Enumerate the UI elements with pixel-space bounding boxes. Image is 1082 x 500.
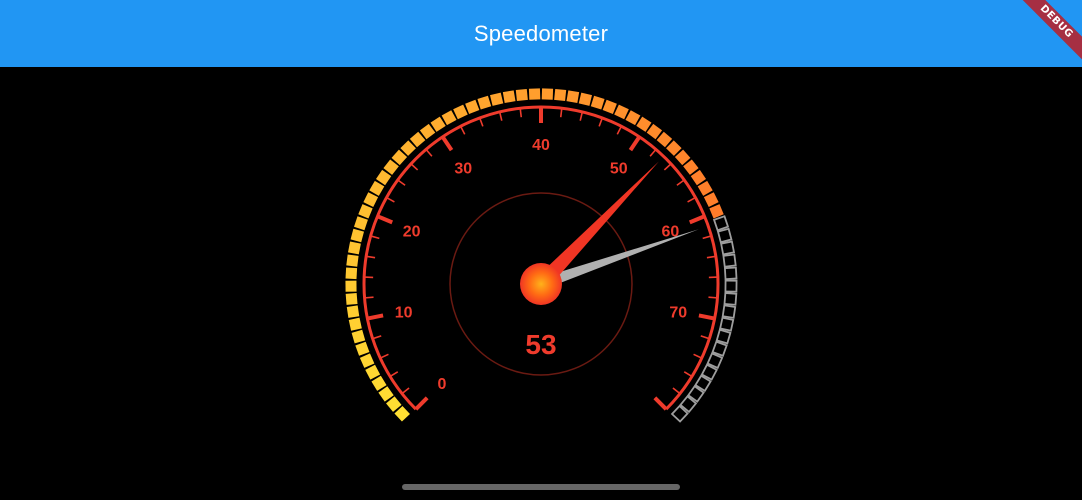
minor-tick [379,353,389,359]
speed-segment-active [590,95,605,110]
speedometer-gauge: 0 10 20 30 40 50 60 70 53 [345,88,738,423]
minor-tick [386,196,395,203]
speed-segment-active [502,90,516,104]
speed-segment-active [614,104,629,120]
minor-tick [687,196,696,203]
speed-segment-active [350,228,365,243]
minor-tick [672,387,681,395]
minor-tick [459,125,466,135]
speed-segment-active [566,90,580,104]
speed-segment-inactive [721,304,737,319]
app-root: Speedometer DEBUG 0 10 20 30 40 50 60 70 53 [0,0,1082,500]
speed-segment-active [554,88,567,101]
major-tick [628,135,641,152]
speed-segment-active [358,204,373,219]
needle-hub [520,263,562,305]
speed-segment-active [709,204,724,219]
speed-segment-active [348,317,362,331]
speed-segment-inactive [720,240,736,256]
minor-tick [676,179,685,186]
minor-tick [559,108,563,118]
speed-segment-active [351,329,366,344]
tick-label: 40 [532,137,550,154]
major-tick [367,313,384,321]
major-tick [698,313,715,321]
minor-tick [397,179,406,186]
speed-segment-active [541,88,554,100]
speed-segment-active [348,241,361,255]
speed-segment-active [346,254,359,267]
speed-segment-active [345,280,357,292]
minor-tick [498,111,503,121]
speed-segment-inactive [715,328,732,345]
speed-segment-active [346,305,360,318]
speed-segment-active [363,192,379,208]
speed-segment-active [477,95,492,110]
tick-label: 0 [438,376,447,393]
speed-segment-active [355,341,370,356]
speed-segment-active [453,104,468,120]
minor-tick [708,296,718,299]
minor-tick [401,387,410,395]
tick-label: 70 [669,304,687,321]
speed-segment-active [528,88,541,100]
minor-tick [579,111,584,121]
major-tick [414,396,429,411]
minor-tick [364,296,374,299]
tick-label: 10 [395,304,413,321]
minor-tick [519,108,523,118]
speed-segment-inactive [723,266,738,281]
speed-segment-active [515,88,528,101]
major-tick [688,214,706,225]
speed-segment-active [441,110,457,126]
speed-segment-active [490,92,504,106]
tick-label: 30 [454,161,472,178]
minor-tick [683,371,693,378]
minor-tick [649,148,657,157]
speed-segment-active [365,364,381,380]
speed-segment-active [602,99,617,114]
minor-tick [598,117,604,127]
minor-tick [663,163,672,171]
major-tick [376,214,394,225]
minor-tick [370,235,380,240]
minor-tick [478,117,484,127]
minor-tick [372,335,382,340]
speed-segment-active [359,353,375,368]
speed-segment-inactive [712,215,730,232]
speed-segment-inactive [716,227,733,244]
speed-readout: 53 [525,329,556,360]
speed-segment-active [703,192,719,208]
minor-tick [616,125,623,135]
minor-tick [410,163,419,171]
speed-segment-inactive [724,279,738,293]
minor-tick [706,255,716,259]
speed-segment-active [465,99,480,114]
speed-segment-inactive [723,292,738,306]
minor-tick [693,353,703,359]
minor-tick [702,235,712,240]
major-tick [653,396,668,411]
minor-tick [366,255,376,259]
speed-segment-active [578,92,592,106]
tick-label: 60 [661,223,679,240]
minor-tick [389,371,399,378]
minor-tick [700,335,710,340]
speed-segment-inactive [719,316,735,332]
speed-segment-active [345,267,358,280]
speed-segment-inactive [722,253,737,268]
major-tick [441,135,454,152]
tick-label: 50 [610,161,628,178]
home-indicator[interactable] [402,484,680,490]
minor-tick [425,148,433,157]
speed-segment-active [353,216,368,231]
tick-label: 20 [403,223,421,240]
speed-segment-active [345,292,358,305]
speed-segment-active [625,110,641,126]
